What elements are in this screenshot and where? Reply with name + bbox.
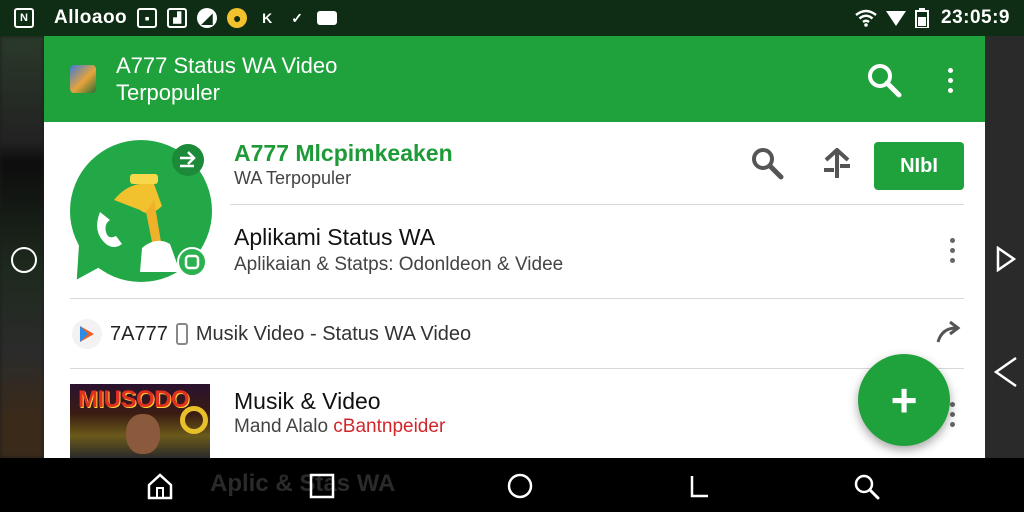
chrome-icon: ● [227, 8, 248, 28]
home-icon[interactable] [146, 472, 174, 500]
circle-icon: ◢ [197, 8, 218, 28]
chart-icon: ▟ [167, 8, 188, 28]
add-button[interactable]: + [858, 354, 950, 446]
app-avatar [70, 65, 96, 93]
recents-icon[interactable] [308, 472, 336, 500]
title-line-2: Terpopuler [116, 80, 220, 105]
back-arrow-icon[interactable] [994, 356, 1018, 388]
message-icon [317, 11, 338, 25]
list-item-label: Musik Video - Status WA Video [195, 322, 472, 345]
featured-app-title: A777 Mlcpimkeaken [234, 140, 453, 166]
wifi-icon [855, 9, 877, 27]
app-row-title[interactable]: Aplikami Status WA [234, 224, 435, 251]
carrier-label: Alloaoo [54, 7, 128, 28]
play-icon[interactable] [996, 246, 1016, 272]
divider [70, 298, 964, 299]
musik-row-title[interactable]: Musik & Video [234, 388, 381, 415]
share-icon[interactable] [822, 148, 852, 180]
search-icon[interactable] [750, 146, 784, 180]
page-title: A777 Status WA Video Terpopuler [116, 52, 337, 106]
battery-outline-icon [175, 323, 188, 345]
featured-app-subtitle: WA Terpopuler [234, 168, 352, 188]
app-logo[interactable] [67, 140, 212, 290]
n-box-icon: N [14, 8, 34, 28]
circle-icon[interactable] [11, 247, 37, 273]
battery-icon [915, 8, 929, 28]
signal-icon [886, 11, 906, 26]
musik-row-subtitle: Mand Alalo cBantnpeider [234, 416, 446, 437]
search-icon[interactable] [866, 62, 902, 98]
divider [230, 204, 964, 205]
back-icon[interactable] [686, 472, 714, 500]
k-icon: K [262, 10, 273, 26]
overflow-menu-icon[interactable] [940, 62, 960, 98]
square-icon: ▪ [137, 8, 158, 28]
video-thumbnail[interactable]: MIUSODO [70, 384, 210, 458]
search-icon[interactable] [852, 472, 880, 500]
ghost-text: Aplic & Stas WA [210, 470, 396, 497]
list-item[interactable]: 7A777 Musik Video - Status WA Video [72, 314, 964, 354]
app-window: A777 Status WA Video Terpopuler A777 Mlc… [44, 36, 985, 458]
forward-icon[interactable] [934, 318, 964, 348]
clock: 23:05:9 [941, 7, 1010, 28]
title-line-1: A777 Status WA Video [116, 53, 338, 78]
screen: N Alloaoo ▪ ▟ ◢ ● K ✓ 23:05:9 A777 Statu… [0, 0, 1024, 512]
more-options-icon[interactable] [942, 232, 962, 268]
navigation-bar: Aplic & Stas WA [0, 458, 1024, 512]
toolbar: A777 Status WA Video Terpopuler [44, 36, 985, 122]
app-row-subtitle: Aplikaian & Statps: Odonldeon & Videe [234, 254, 564, 275]
list-item-code: 7A777 [110, 322, 168, 345]
install-button[interactable]: NIbI [874, 142, 964, 190]
thumbnail-text: MIUSODO [78, 386, 190, 413]
play-store-icon [72, 319, 102, 349]
check-icon: ✓ [291, 9, 304, 26]
status-bar: N Alloaoo ▪ ▟ ◢ ● K ✓ 23:05:9 [0, 0, 1024, 36]
divider [70, 368, 964, 369]
home-circle-icon[interactable] [506, 472, 534, 500]
